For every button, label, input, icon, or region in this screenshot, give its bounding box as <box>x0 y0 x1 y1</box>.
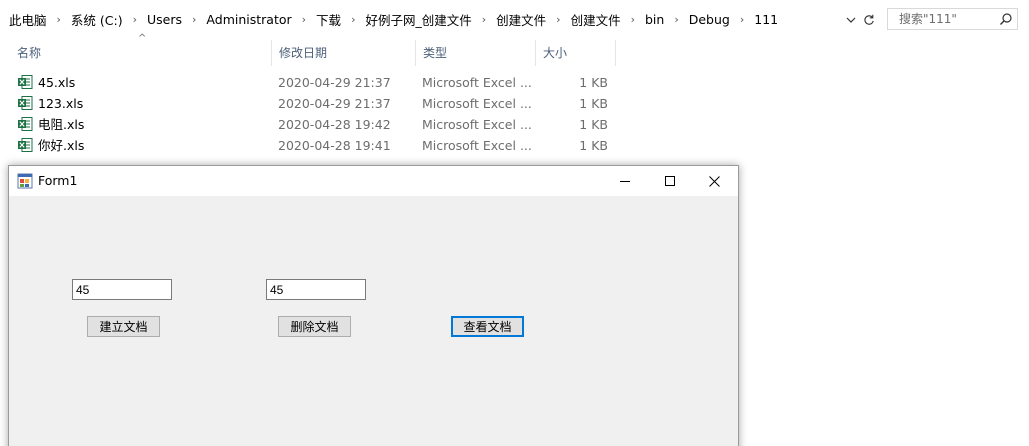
address-bar[interactable]: 此电脑 › 系统 (C:) › Users › Administrator › … <box>0 6 878 33</box>
chevron-right-icon[interactable]: › <box>293 13 315 26</box>
chevron-right-icon[interactable]: › <box>665 13 687 26</box>
breadcrumb-debug[interactable]: Debug <box>688 12 731 27</box>
chevron-right-icon[interactable]: › <box>547 13 569 26</box>
chevron-right-icon[interactable]: › <box>342 13 364 26</box>
breadcrumb-users[interactable]: Users <box>146 12 183 27</box>
textbox-2[interactable] <box>266 279 366 300</box>
window-title: Form1 <box>38 173 78 188</box>
view-document-button[interactable]: 查看文档 <box>451 316 524 337</box>
breadcrumb-this-pc[interactable]: 此电脑 <box>8 10 48 29</box>
winforms-app-icon <box>17 173 33 189</box>
chevron-right-icon[interactable]: › <box>183 13 205 26</box>
column-header-type[interactable]: 类型 <box>416 40 536 66</box>
file-name: 123.xls <box>38 96 84 111</box>
maximize-button[interactable] <box>647 166 692 196</box>
file-size: 1 KB <box>579 138 608 153</box>
form1-titlebar[interactable]: Form1 <box>9 166 738 196</box>
file-size: 1 KB <box>579 75 608 90</box>
file-date: 2020-04-28 19:42 <box>278 117 391 132</box>
column-header-date[interactable]: 修改日期 <box>272 40 416 66</box>
chevron-right-icon[interactable]: › <box>473 13 495 26</box>
file-date: 2020-04-28 19:41 <box>278 138 391 153</box>
file-name: 你好.xls <box>38 138 85 153</box>
textbox-1[interactable] <box>72 279 172 300</box>
close-icon <box>709 175 720 187</box>
chevron-right-icon[interactable]: › <box>731 13 753 26</box>
excel-file-icon <box>18 96 33 110</box>
column-header-size[interactable]: 大小 <box>536 40 616 66</box>
file-size: 1 KB <box>579 96 608 111</box>
breadcrumb-project[interactable]: 好例子网_创建文件 <box>364 10 472 29</box>
breadcrumb-111[interactable]: 111 <box>753 12 779 27</box>
excel-file-icon <box>18 138 33 152</box>
breadcrumb-bin[interactable]: bin <box>644 12 665 27</box>
search-box[interactable] <box>887 8 1018 30</box>
file-type: Microsoft Excel ... <box>422 75 532 90</box>
list-item[interactable]: 电阻.xls 2020-04-28 19:42 Microsoft Excel … <box>0 114 620 135</box>
excel-file-icon <box>18 75 33 89</box>
file-name: 电阻.xls <box>38 117 85 132</box>
file-date: 2020-04-29 21:37 <box>278 75 391 90</box>
file-size: 1 KB <box>579 117 608 132</box>
chevron-right-icon[interactable]: › <box>124 13 146 26</box>
close-button[interactable] <box>692 166 737 196</box>
file-type: Microsoft Excel ... <box>422 96 532 111</box>
chevron-right-icon[interactable]: › <box>622 13 644 26</box>
maximize-icon <box>664 176 675 186</box>
column-header-name[interactable]: 名称 <box>10 40 272 66</box>
delete-document-button[interactable]: 删除文档 <box>278 316 351 337</box>
create-document-button[interactable]: 建立文档 <box>87 316 160 337</box>
breadcrumb: 此电脑 › 系统 (C:) › Users › Administrator › … <box>0 6 842 33</box>
breadcrumb-create-file-1[interactable]: 创建文件 <box>495 10 547 29</box>
list-item[interactable]: 45.xls 2020-04-29 21:37 Microsoft Excel … <box>0 72 620 93</box>
file-name: 45.xls <box>38 75 76 90</box>
refresh-button[interactable] <box>860 9 878 31</box>
excel-file-icon <box>18 117 33 131</box>
breadcrumb-downloads[interactable]: 下载 <box>315 10 342 29</box>
form1-window: Form1 建立文档 删除文档 查看文档 <box>8 165 739 446</box>
breadcrumb-administrator[interactable]: Administrator <box>205 12 292 27</box>
address-history-dropdown[interactable] <box>842 9 860 31</box>
list-item[interactable]: 123.xls 2020-04-29 21:37 Microsoft Excel… <box>0 93 620 114</box>
minimize-icon <box>619 181 630 182</box>
file-type: Microsoft Excel ... <box>422 117 532 132</box>
list-item[interactable]: 你好.xls 2020-04-28 19:41 Microsoft Excel … <box>0 135 620 156</box>
column-headers: 名称 修改日期 类型 大小 <box>0 40 620 66</box>
chevron-right-icon[interactable]: › <box>48 13 70 26</box>
breadcrumb-create-file-2[interactable]: 创建文件 <box>570 10 622 29</box>
search-icon[interactable] <box>999 12 1013 26</box>
file-date: 2020-04-29 21:37 <box>278 96 391 111</box>
chevron-down-icon <box>846 17 856 23</box>
minimize-button[interactable] <box>602 166 647 196</box>
file-type: Microsoft Excel ... <box>422 138 532 153</box>
file-list: 45.xls 2020-04-29 21:37 Microsoft Excel … <box>0 72 620 156</box>
refresh-icon <box>864 14 874 25</box>
search-input[interactable] <box>897 11 999 27</box>
breadcrumb-drive-c[interactable]: 系统 (C:) <box>70 10 124 29</box>
